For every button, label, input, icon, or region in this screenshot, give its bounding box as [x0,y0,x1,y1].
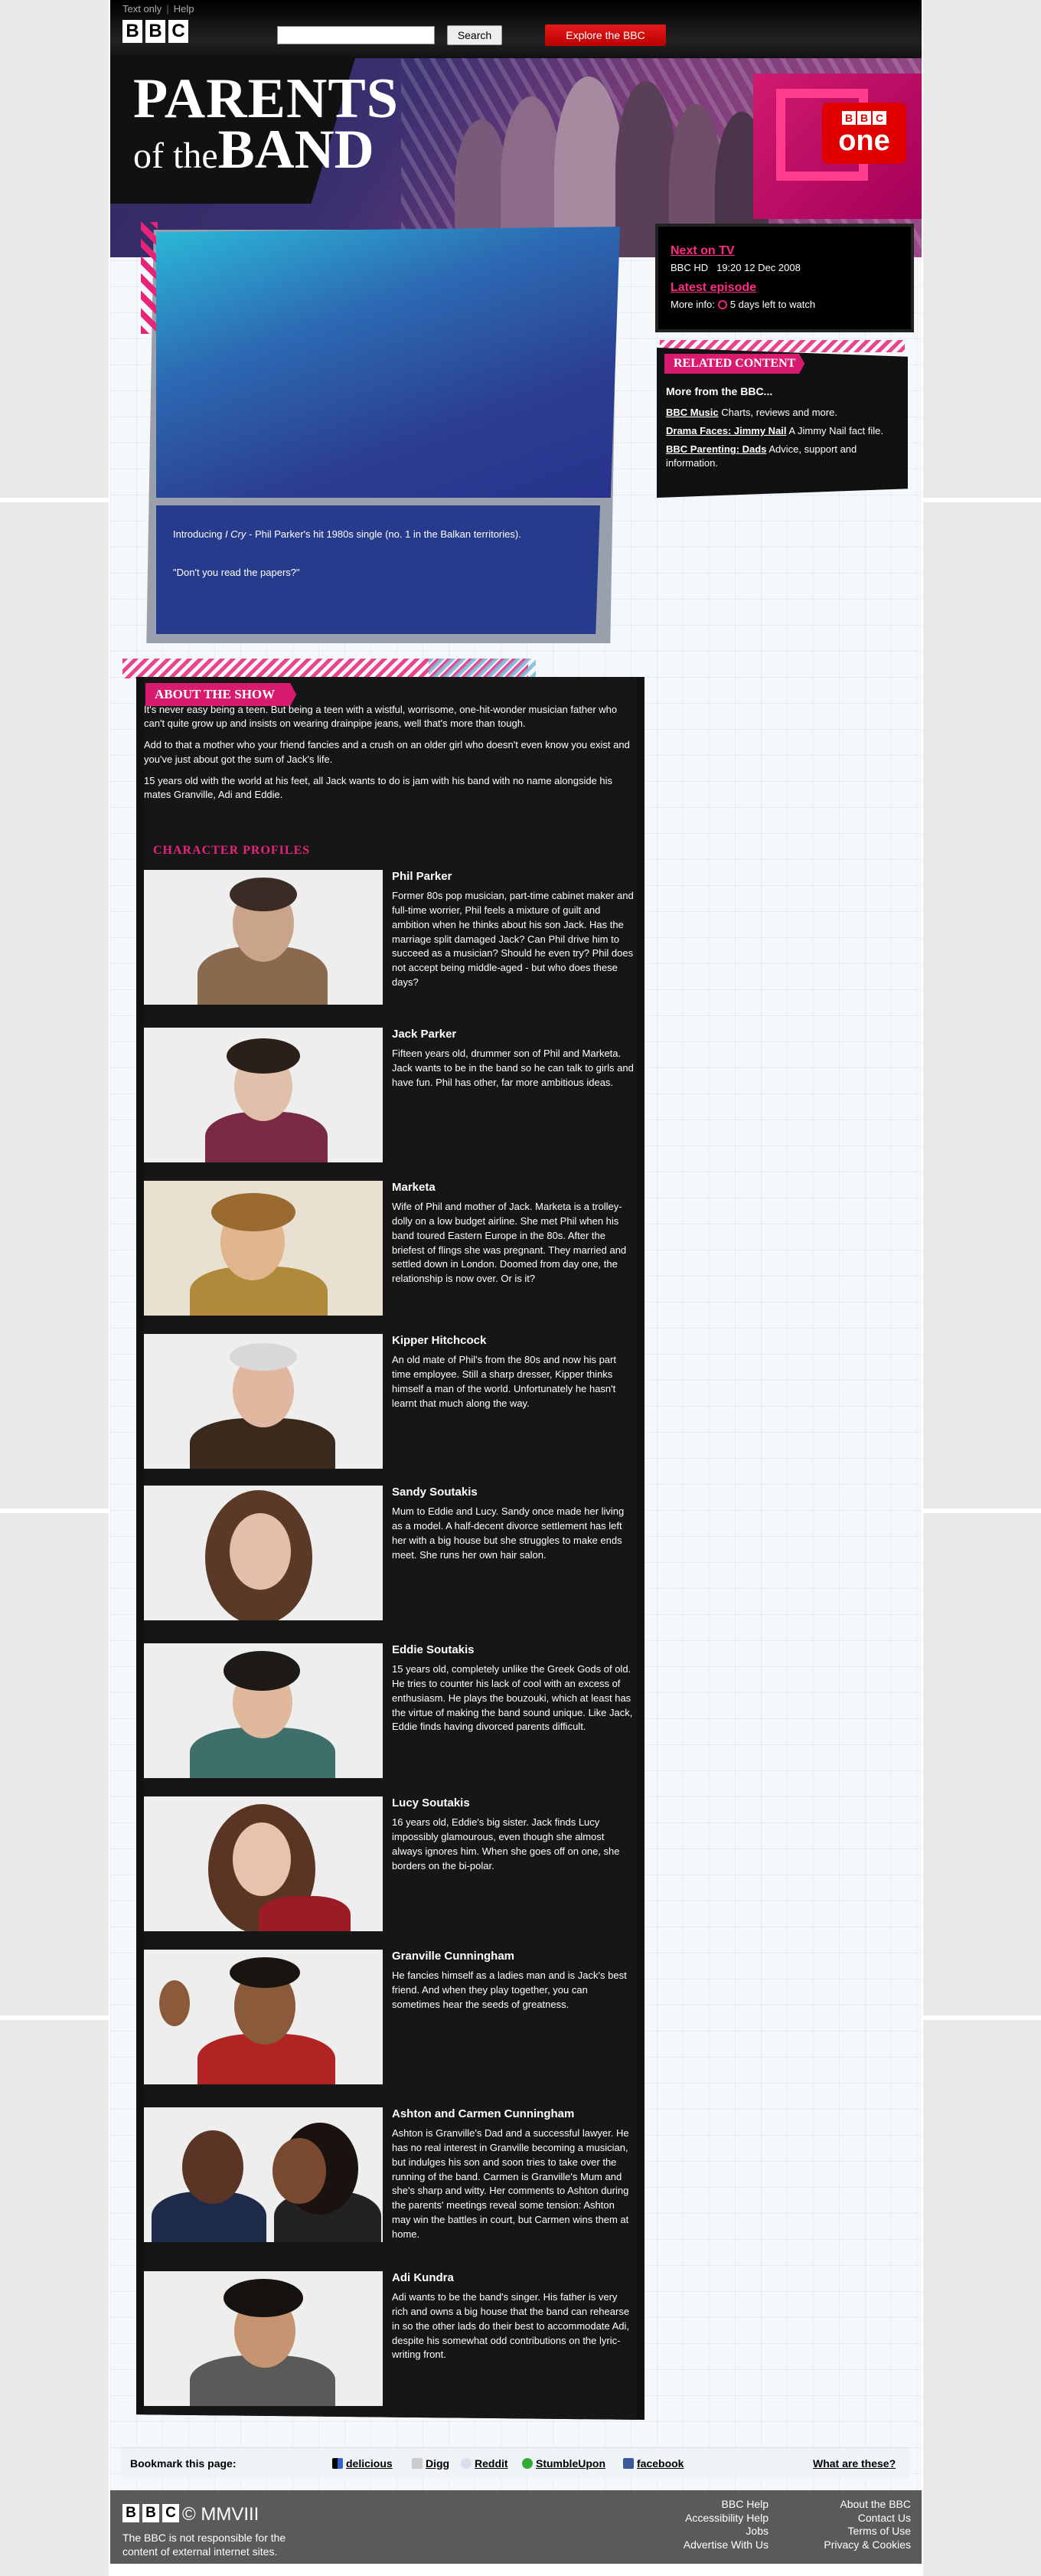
bookmark-digg[interactable]: Digg [412,2457,449,2470]
character-name: Granville Cunningham [392,1950,515,1963]
character-photo [144,1950,383,2084]
related-content-title: RELATED CONTENT [664,354,805,374]
profile-card: Phil Parker Former 80s pop musician, part… [144,870,637,1006]
about-text: It's never easy being a teen. But being … [144,704,630,800]
related-link-parenting[interactable]: BBC Parenting: Dads [666,443,766,455]
profile-card: Marketa Wife of Phil and mother of Jack. … [144,1181,637,1317]
external-sites-note: The BBC is not responsible for the conte… [122,2532,286,2558]
next-on-tv-box: Next on TV BBC HD 19:20 12 Dec 2008 Late… [658,227,911,329]
clock-icon [717,299,727,309]
character-photo [144,1643,383,1778]
facebook-icon [623,2457,634,2469]
footer-link[interactable]: Jobs [661,2525,769,2538]
copyright: © MMVIII [182,2504,259,2525]
character-name: Adi Kundra [392,2271,454,2284]
character-photo [144,870,383,1005]
bookmark-delicious[interactable]: delicious [332,2457,393,2470]
bbc-masthead: Text only | Help B B C [110,0,922,58]
character-photo [144,1181,383,1316]
help-link[interactable]: Help [174,3,194,15]
footer-link[interactable]: About the BBC [799,2498,911,2512]
profile-card: Adi Kundra Adi wants to be the band's sin… [144,2271,637,2408]
footer-link[interactable]: Privacy & Cookies [799,2538,911,2552]
character-photo [144,2107,383,2242]
related-link-jimmy-nail[interactable]: Drama Faces: Jimmy Nail [666,425,787,436]
bbc-one-logo[interactable]: BBC one [822,103,906,164]
character-name: Kipper Hitchcock [392,1334,487,1347]
character-photo [144,1796,383,1931]
video-player[interactable] [156,227,620,498]
reddit-icon [461,2457,472,2469]
footer-link[interactable]: Terms of Use [799,2525,911,2538]
bbc-footer: B B C © MMVIII The BBC is not responsibl… [110,2490,922,2564]
bbc-logo[interactable]: B B C [122,20,188,43]
character-photo [144,1028,383,1162]
footer-link[interactable]: Accessibility Help [661,2512,769,2525]
profile-card: Granville Cunningham He fancies himself a… [144,1950,637,2086]
text-only-link[interactable]: Text only [122,3,162,15]
bookmark-stumbleupon[interactable]: StumbleUpon [522,2457,605,2470]
caption-quote: "Don't you read the papers?" [173,566,300,578]
search-input[interactable] [277,26,435,44]
bookmark-label: Bookmark this page: [130,2457,237,2470]
explore-the-bbc-button[interactable]: Explore the BBC [545,25,666,46]
bookmark-facebook[interactable]: facebook [623,2457,684,2470]
bookmark-bar: Bookmark this page: delicious Digg Reddi… [121,2447,909,2478]
profile-card: Jack Parker Fifteen years old, drummer so… [144,1028,637,1164]
show-logo[interactable]: PARENTS of theBAND [133,70,399,176]
player-caption: Introducing I Cry - Phil Parker's hit 19… [156,505,600,634]
digg-icon [412,2457,423,2469]
profile-card: Ashton and Carmen Cunningham Ashton is Gr… [144,2107,637,2244]
masthead-links: Text only | Help [122,3,194,15]
character-name: Ashton and Carmen Cunningham [392,2107,575,2120]
character-photo [144,2271,383,2406]
character-name: Sandy Soutakis [392,1486,478,1499]
character-name: Lucy Soutakis [392,1796,470,1809]
footer-bbc-logo[interactable]: B B C [122,2504,179,2522]
character-name: Marketa [392,1181,436,1194]
related-link-music[interactable]: BBC Music [666,407,719,418]
profile-card: Sandy Soutakis Mum to Eddie and Lucy. San… [144,1486,637,1622]
footer-links-about: About the BBC Contact Us Terms of Use Pr… [799,2498,911,2551]
bookmark-reddit[interactable]: Reddit [461,2457,508,2470]
footer-links-help: BBC Help Accessibility Help Jobs Adverti… [661,2498,769,2551]
character-name: Eddie Soutakis [392,1643,475,1656]
stumbleupon-icon [522,2457,533,2469]
character-profiles-heading: CHARACTER PROFILES [153,844,311,857]
what-are-these-link[interactable]: What are these? [813,2457,896,2470]
about-panel: ABOUT THE SHOW It's never easy being a t… [136,677,645,2420]
character-name: Phil Parker [392,870,452,883]
character-photo [144,1486,383,1620]
character-photo [144,1334,383,1469]
footer-link[interactable]: BBC Help [661,2498,769,2512]
profile-card: Lucy Soutakis 16 years old, Eddie's big s… [144,1796,637,1933]
profile-card: Eddie Soutakis 15 years old, completely u… [144,1643,637,1780]
footer-link[interactable]: Advertise With Us [661,2538,769,2552]
latest-episode-link[interactable]: Latest episode [671,279,899,297]
footer-link[interactable]: Contact Us [799,2512,911,2525]
character-name: Jack Parker [392,1028,457,1041]
search-button[interactable]: Search [447,25,502,45]
decorative-diamonds [141,222,158,334]
next-on-tv-link[interactable]: Next on TV [671,242,899,260]
profile-card: Kipper Hitchcock An old mate of Phil's fr… [144,1334,637,1470]
delicious-icon [332,2457,343,2469]
